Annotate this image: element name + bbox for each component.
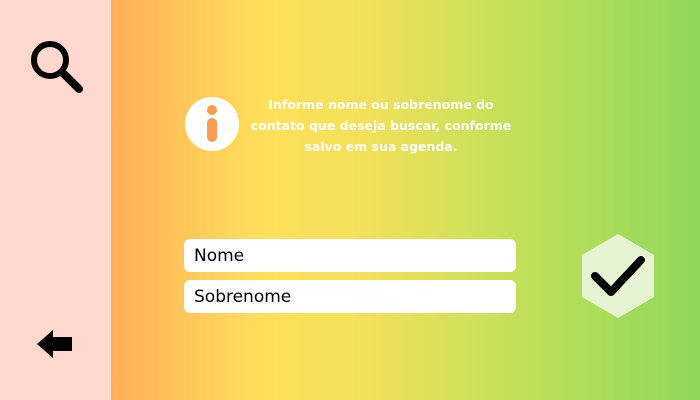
search-contact-screen: Informe nome ou sobrenome do contato que… [0,0,700,400]
search-icon[interactable] [26,36,88,98]
info-message: Informe nome ou sobrenome do contato que… [184,94,514,158]
info-icon [185,97,239,151]
surname-field[interactable] [184,280,516,313]
arrow-left-icon[interactable] [34,326,76,362]
sidebar [0,0,111,400]
name-field[interactable] [184,239,516,272]
confirm-button[interactable] [580,233,656,319]
info-text: Informe nome ou sobrenome do contato que… [250,97,512,154]
